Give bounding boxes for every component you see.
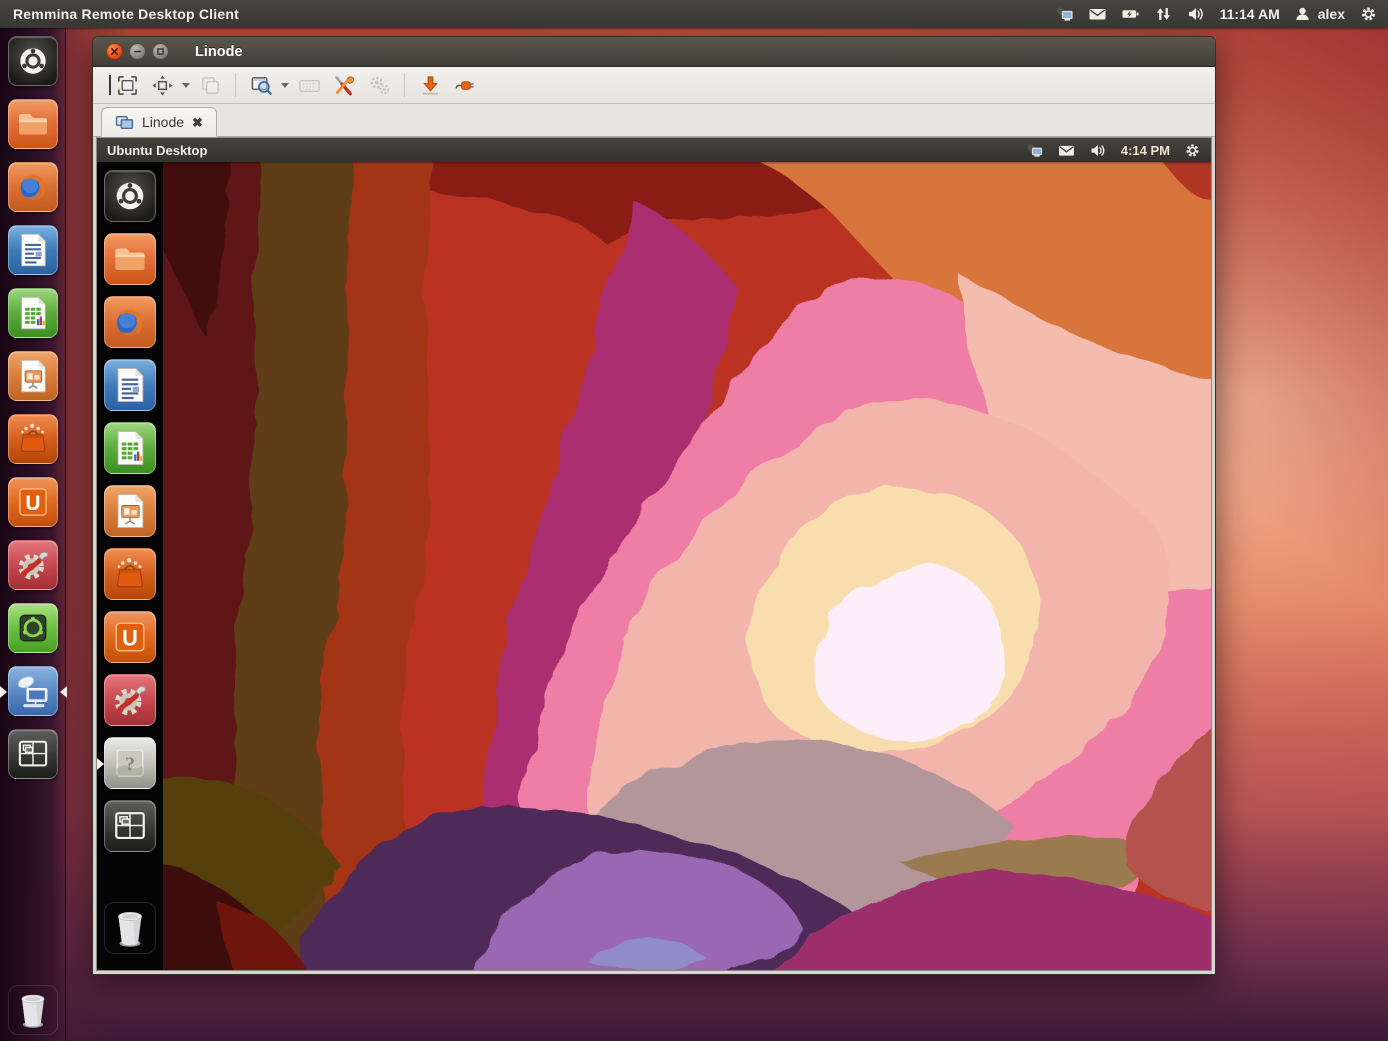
user-menu[interactable]: alex bbox=[1293, 6, 1345, 23]
launcher-item-dash-home[interactable] bbox=[104, 170, 156, 222]
connection-tab-linode[interactable]: Linode ✖ bbox=[101, 107, 217, 137]
host-clock[interactable]: 11:14 AM bbox=[1220, 6, 1280, 22]
maximize-button[interactable] bbox=[152, 43, 169, 60]
launcher-item-libreoffice-calc[interactable] bbox=[8, 288, 58, 338]
connection-tab-icon bbox=[115, 114, 134, 131]
launcher-item-system-settings[interactable] bbox=[104, 674, 156, 726]
launcher-item-workspace-switcher[interactable] bbox=[8, 729, 58, 779]
launcher-item-libreoffice-impress[interactable] bbox=[104, 485, 156, 537]
launcher-item-system-settings[interactable] bbox=[8, 540, 58, 590]
app-title: Remmina Remote Desktop Client bbox=[13, 6, 239, 22]
disconnect-button[interactable] bbox=[449, 71, 481, 100]
launcher-item-trash[interactable] bbox=[104, 902, 156, 954]
launcher-item-trash[interactable] bbox=[8, 985, 58, 1035]
remmina-window: Linode Linode ✖ Ubuntu Desktop 4:14 PM bbox=[92, 36, 1216, 975]
window-titlebar[interactable]: Linode bbox=[93, 37, 1215, 67]
remote-tray bbox=[1025, 142, 1109, 159]
battery-icon[interactable] bbox=[1121, 6, 1141, 23]
remote-indicator-area: 4:14 PM bbox=[1025, 142, 1202, 159]
mail-icon[interactable] bbox=[1088, 6, 1108, 23]
remmina-toolbar bbox=[93, 67, 1215, 104]
remote-session-gear-icon[interactable] bbox=[1182, 142, 1202, 159]
launcher-item-home-folder[interactable] bbox=[8, 99, 58, 149]
launcher-item-ubuntu-one[interactable]: U bbox=[104, 611, 156, 663]
host-launcher: U bbox=[0, 28, 66, 1041]
launcher-item-firefox[interactable] bbox=[8, 162, 58, 212]
host-top-panel: Remmina Remote Desktop Client 11:14 AM a… bbox=[0, 0, 1388, 28]
screenshot-button[interactable] bbox=[414, 71, 446, 100]
volume-icon[interactable] bbox=[1089, 142, 1109, 159]
launcher-item-libreoffice-writer[interactable] bbox=[8, 225, 58, 275]
mail-icon[interactable] bbox=[1057, 142, 1077, 159]
host-tray bbox=[1055, 6, 1207, 23]
toolbar-separator bbox=[404, 73, 405, 97]
fullscreen-button[interactable] bbox=[111, 71, 143, 100]
remote-panel-title[interactable]: Ubuntu Desktop bbox=[107, 143, 207, 158]
window-controls bbox=[106, 43, 169, 60]
remote-launcher: U? bbox=[97, 162, 163, 970]
minimize-button[interactable] bbox=[129, 43, 146, 60]
launcher-item-landscape[interactable] bbox=[8, 603, 58, 653]
tab-close-icon[interactable]: ✖ bbox=[192, 116, 203, 129]
user-name: alex bbox=[1318, 6, 1345, 22]
volume-icon[interactable] bbox=[1187, 6, 1207, 23]
duplicate-connection-button[interactable] bbox=[194, 71, 226, 100]
launcher-item-libreoffice-writer[interactable] bbox=[104, 359, 156, 411]
launcher-item-workspace-switcher[interactable] bbox=[104, 800, 156, 852]
launcher-item-home-folder[interactable] bbox=[104, 233, 156, 285]
grab-keyboard-button[interactable] bbox=[293, 71, 325, 100]
remote-session-view: Ubuntu Desktop 4:14 PM bbox=[93, 137, 1215, 974]
resize-window-button[interactable] bbox=[146, 71, 178, 100]
connection-tabbar: Linode ✖ bbox=[93, 104, 1215, 137]
svg-text:U: U bbox=[122, 625, 138, 650]
remmina-tray-icon[interactable] bbox=[1055, 6, 1075, 23]
session-gear-icon[interactable] bbox=[1358, 6, 1378, 23]
remote-screen[interactable]: Ubuntu Desktop 4:14 PM bbox=[96, 137, 1212, 971]
launcher-item-ubuntu-one[interactable]: U bbox=[8, 477, 58, 527]
sync-arrows-icon[interactable] bbox=[1154, 6, 1174, 23]
remmina-tray-icon[interactable] bbox=[1025, 142, 1045, 159]
host-indicator-area: 11:14 AM alex bbox=[1055, 6, 1378, 23]
launcher-item-dash-home[interactable] bbox=[8, 36, 58, 86]
svg-text:?: ? bbox=[125, 753, 135, 775]
launcher-item-remmina[interactable] bbox=[8, 666, 58, 716]
svg-text:U: U bbox=[25, 492, 40, 515]
remote-top-panel: Ubuntu Desktop 4:14 PM bbox=[97, 138, 1211, 162]
user-icon bbox=[1293, 6, 1313, 23]
close-button[interactable] bbox=[106, 43, 123, 60]
scaled-mode-button[interactable] bbox=[245, 71, 277, 100]
launcher-item-software-center[interactable] bbox=[104, 548, 156, 600]
launcher-item-libreoffice-impress[interactable] bbox=[8, 351, 58, 401]
launcher-item-libreoffice-calc[interactable] bbox=[104, 422, 156, 474]
remote-desktop-wallpaper bbox=[163, 162, 1211, 970]
remote-clock[interactable]: 4:14 PM bbox=[1121, 143, 1170, 158]
launcher-item-firefox[interactable] bbox=[104, 296, 156, 348]
toolbar-separator bbox=[235, 73, 236, 97]
connection-tab-label: Linode bbox=[142, 114, 184, 130]
launcher-item-software-center[interactable] bbox=[8, 414, 58, 464]
window-title: Linode bbox=[195, 44, 243, 60]
connection-settings-button[interactable] bbox=[363, 71, 395, 100]
tools-button[interactable] bbox=[328, 71, 360, 100]
launcher-item-unknown-app[interactable]: ? bbox=[104, 737, 156, 789]
